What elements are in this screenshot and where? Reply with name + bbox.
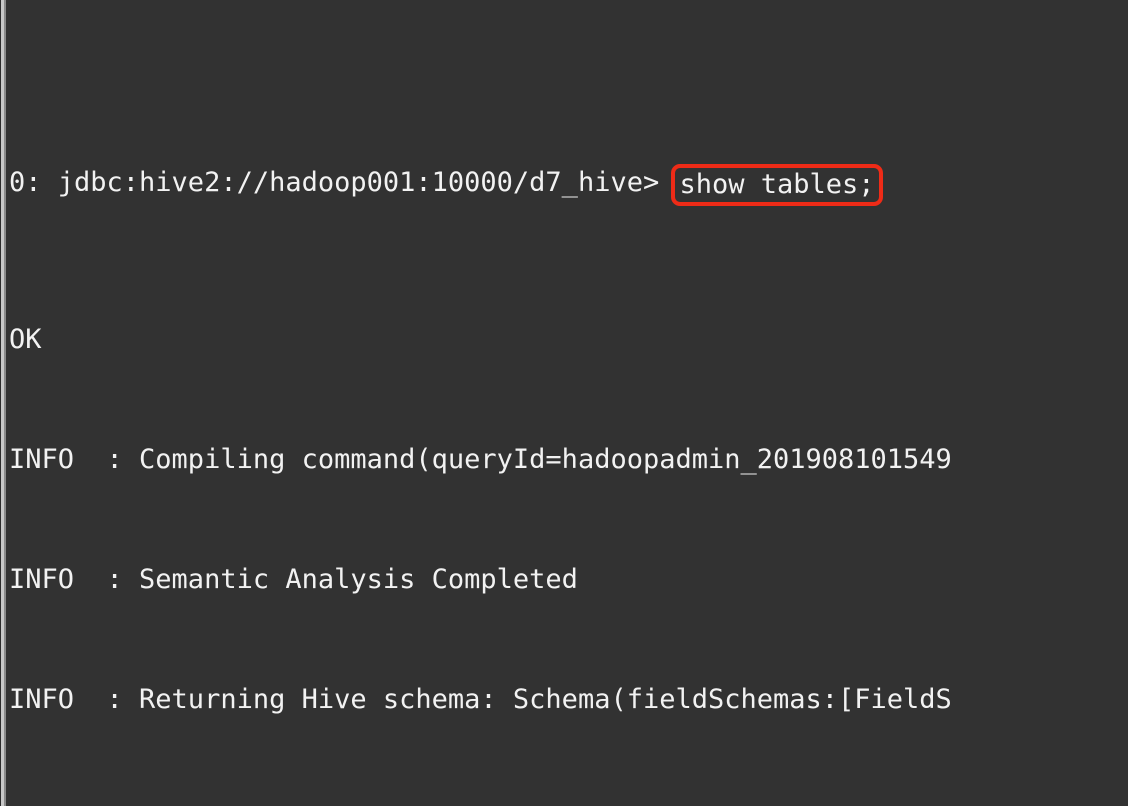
prompt-prefix: 0: jdbc:hive2://hadoop001:10000/d7_hive>	[9, 167, 676, 198]
terminal-output-text: 0: jdbc:hive2://hadoop001:10000/d7_hive>…	[9, 0, 1128, 806]
output-line-returning-schema: INFO : Returning Hive schema: Schema(fie…	[9, 684, 952, 715]
output-line-ok: OK	[9, 324, 42, 355]
terminal-scrollbar[interactable]	[0, 0, 9, 806]
output-line-semantic-analysis: INFO : Semantic Analysis Completed	[9, 564, 578, 595]
terminal-window[interactable]: 0: jdbc:hive2://hadoop001:10000/d7_hive>…	[0, 0, 1128, 806]
prompt-line: 0: jdbc:hive2://hadoop001:10000/d7_hive>…	[9, 160, 1128, 206]
output-line-completed-compiling: INFO : Completed compiling command(query…	[9, 800, 1128, 806]
output-line-compiling: INFO : Compiling command(queryId=hadoopa…	[9, 444, 952, 475]
highlighted-command[interactable]: show tables;	[671, 164, 883, 206]
